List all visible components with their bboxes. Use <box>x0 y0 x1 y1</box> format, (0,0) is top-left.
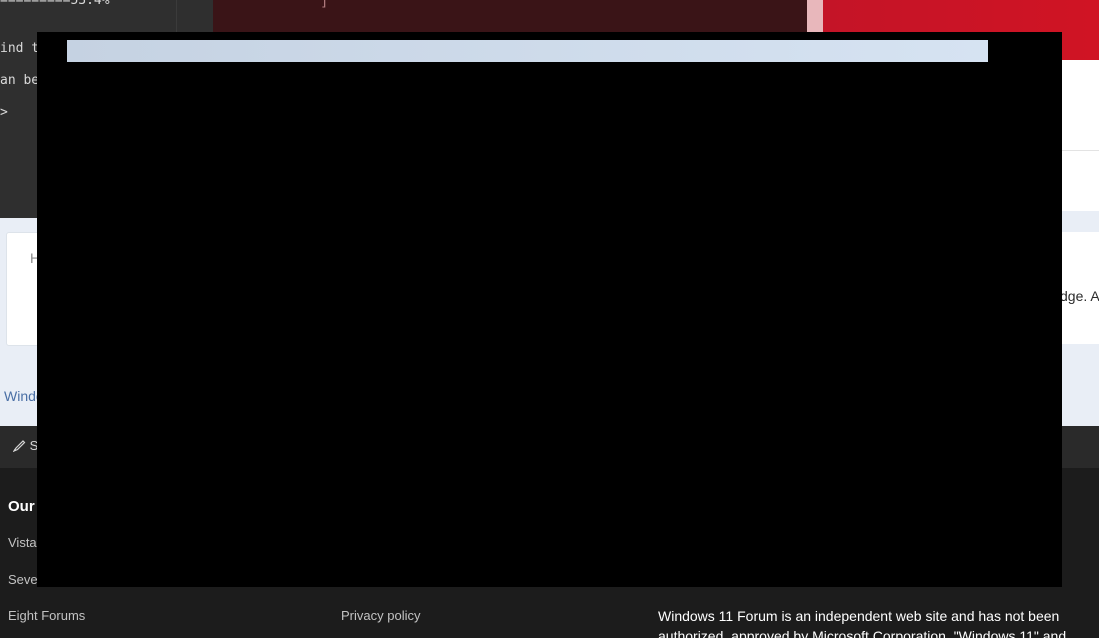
video-bracket: ] <box>320 0 329 10</box>
code-line-prompt: > <box>0 105 8 120</box>
footer-heading: Our <box>8 498 35 515</box>
code-line-progress: =========53.4% <box>0 0 110 8</box>
right-card-text: dge. A <box>1060 288 1099 304</box>
code-line-3: an be <box>0 73 40 88</box>
code-line-2: ind t <box>0 41 40 56</box>
footer-disclaimer: Windows 11 Forum is an independent web s… <box>658 608 1067 638</box>
right-card-middle <box>1062 150 1099 211</box>
paintbrush-icon <box>12 438 30 453</box>
footer-link-vista[interactable]: Vista <box>8 535 37 550</box>
banner-divider <box>807 0 823 32</box>
style-chooser-button[interactable]: S <box>12 438 38 453</box>
footer-link-eight-forums[interactable]: Eight Forums <box>8 608 85 623</box>
right-card-top <box>1062 60 1099 150</box>
overlay-top-bar <box>67 40 988 62</box>
video-area[interactable] <box>213 0 807 32</box>
footer-link-privacy[interactable]: Privacy policy <box>341 608 420 623</box>
media-overlay[interactable] <box>37 32 1062 587</box>
